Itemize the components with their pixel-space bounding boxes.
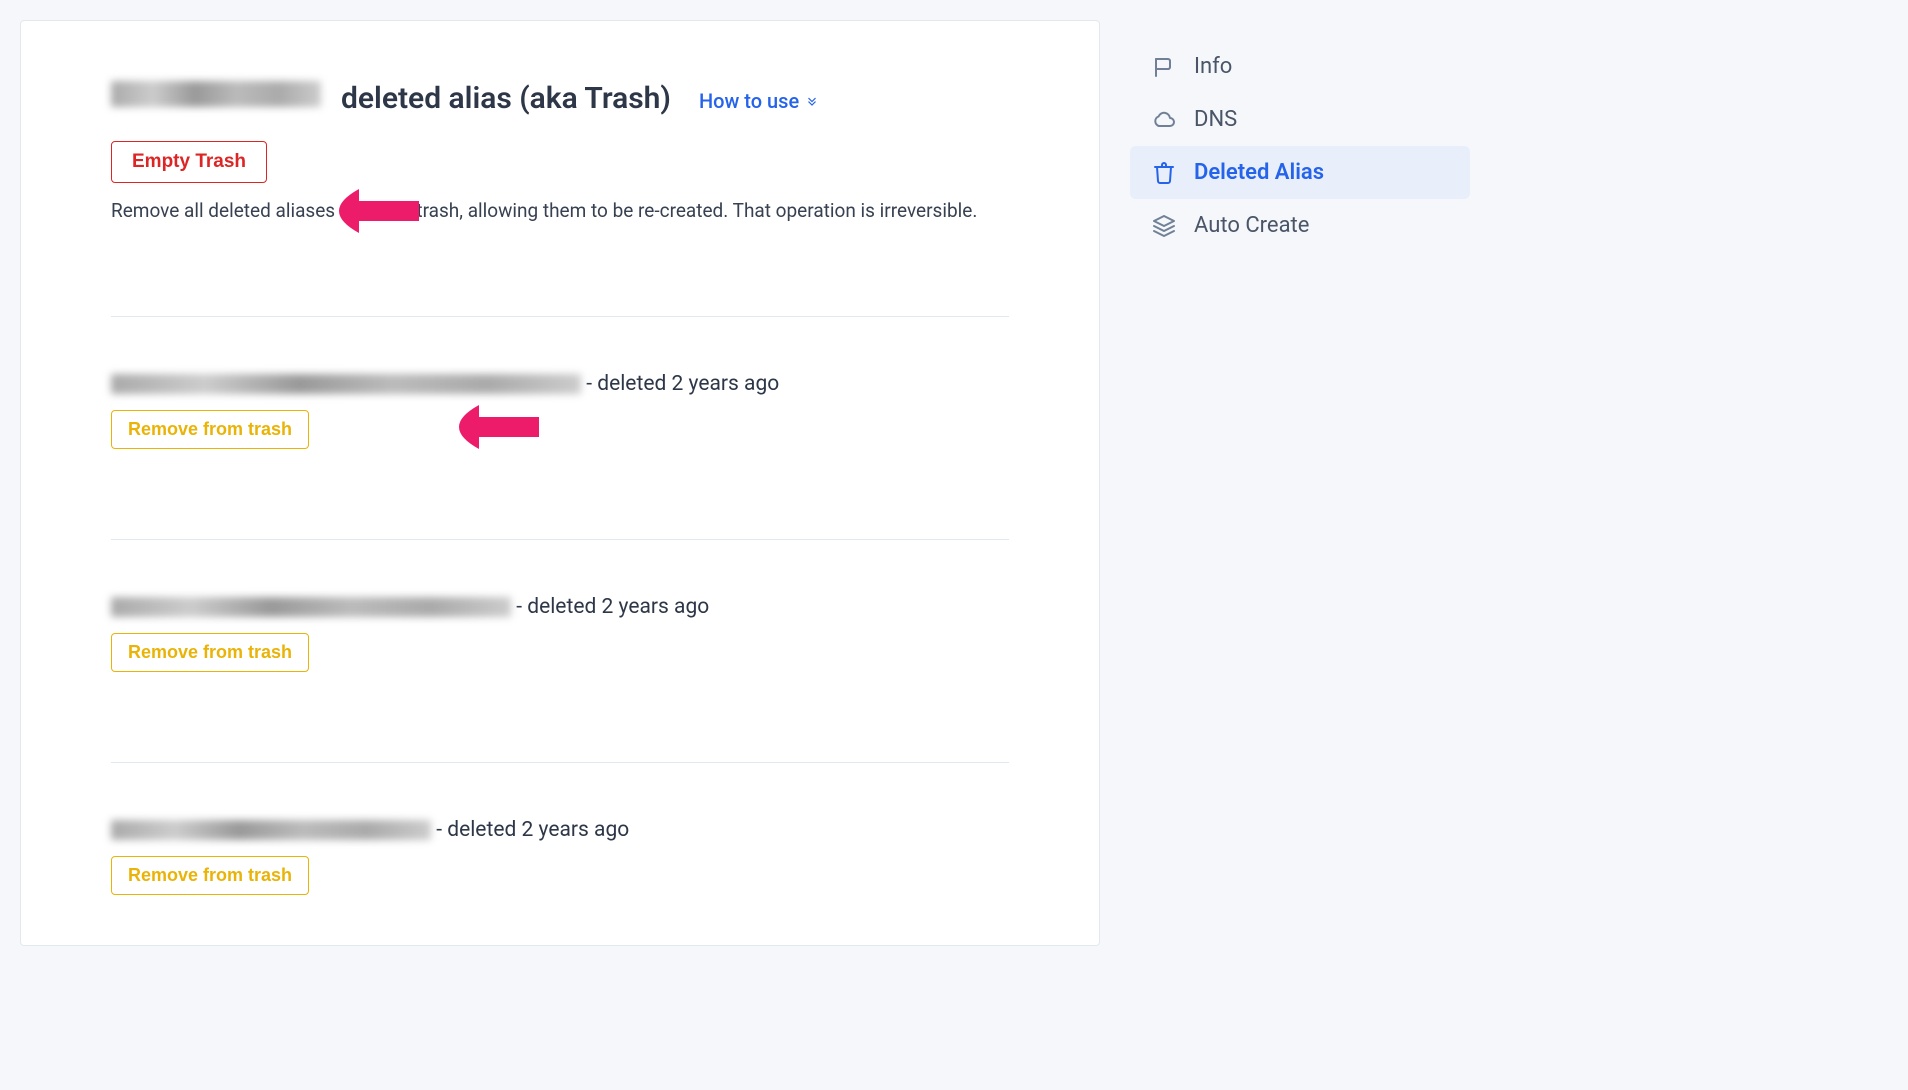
sidebar-item-label: Info: [1194, 54, 1232, 79]
remove-from-trash-button[interactable]: Remove from trash: [111, 633, 309, 672]
empty-trash-button[interactable]: Empty Trash: [111, 141, 267, 183]
main-content-card: xxxxxxx deleted alias (aka Trash) How to…: [20, 20, 1100, 946]
sidebar-nav: Info DNS Deleted Alias Auto Create: [1130, 20, 1470, 252]
cloud-icon: [1152, 108, 1176, 132]
alias-item: xxxxxxxxxxxxxxx@xxxxxxx - deleted 2 year…: [111, 316, 1009, 489]
how-to-use-label: How to use: [699, 89, 799, 113]
remove-from-trash-button[interactable]: Remove from trash: [111, 856, 309, 895]
alias-line: xxxxxxxxxxxxxx@xxxxxxx - deleted 2 years…: [111, 595, 1009, 619]
sidebar-item-label: Deleted Alias: [1194, 160, 1324, 185]
redacted-alias-email: xxxxxxxxxxxxxxx@xxxxxxx: [111, 374, 581, 394]
redacted-alias-email: xxxxxxxxxxxxxx@xxxxxxx: [111, 597, 511, 617]
alias-item: xxxxxxxxx@xxxxxxx - deleted 2 years ago …: [111, 762, 1009, 905]
sidebar-item-info[interactable]: Info: [1130, 40, 1470, 93]
description-text: Remove all deleted aliases from the tras…: [111, 197, 1009, 226]
alias-line: xxxxxxxxx@xxxxxxx - deleted 2 years ago: [111, 818, 1009, 842]
sidebar-item-auto-create[interactable]: Auto Create: [1130, 199, 1470, 252]
deleted-timestamp: - deleted 2 years ago: [581, 372, 779, 396]
alias-item: xxxxxxxxxxxxxx@xxxxxxx - deleted 2 years…: [111, 539, 1009, 712]
page-title: xxxxxxx deleted alias (aka Trash): [111, 81, 671, 116]
sidebar-item-dns[interactable]: DNS: [1130, 93, 1470, 146]
sidebar-item-deleted-alias[interactable]: Deleted Alias: [1130, 146, 1470, 199]
flag-icon: [1152, 55, 1176, 79]
header-section: xxxxxxx deleted alias (aka Trash) How to…: [111, 81, 1009, 266]
redacted-alias-email: xxxxxxxxx@xxxxxxx: [111, 820, 431, 840]
alias-line: xxxxxxxxxxxxxxx@xxxxxxx - deleted 2 year…: [111, 372, 1009, 396]
redacted-domain: xxxxxxx: [111, 81, 321, 107]
page-title-text: deleted alias (aka Trash): [341, 81, 671, 116]
trash-icon: [1152, 161, 1176, 185]
annotation-arrow-icon: [431, 397, 541, 457]
layers-icon: [1152, 214, 1176, 238]
how-to-use-link[interactable]: How to use: [699, 89, 819, 113]
double-chevron-down-icon: [805, 89, 819, 113]
remove-from-trash-button[interactable]: Remove from trash: [111, 410, 309, 449]
deleted-timestamp: - deleted 2 years ago: [431, 818, 629, 842]
page-title-row: xxxxxxx deleted alias (aka Trash) How to…: [111, 81, 1009, 116]
sidebar-item-label: DNS: [1194, 107, 1237, 132]
deleted-timestamp: - deleted 2 years ago: [511, 595, 709, 619]
sidebar-item-label: Auto Create: [1194, 213, 1309, 238]
